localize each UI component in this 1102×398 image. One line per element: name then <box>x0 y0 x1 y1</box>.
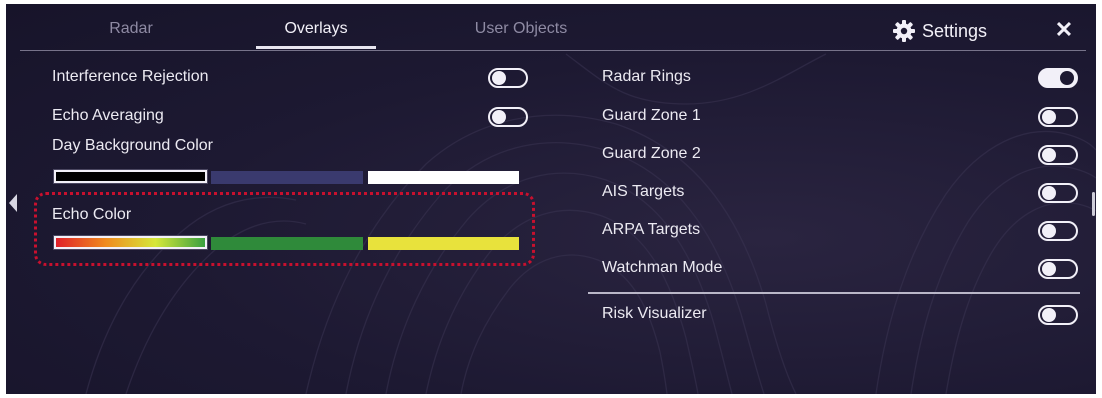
tab-divider <box>20 50 1086 51</box>
echo-averaging-label: Echo Averaging <box>52 107 164 124</box>
echo-averaging-toggle[interactable] <box>488 107 528 127</box>
scroll-right-handle[interactable] <box>1092 192 1095 216</box>
radar-rings-label: Radar Rings <box>602 68 691 85</box>
interference-rejection-toggle[interactable] <box>488 68 528 88</box>
guard-zone-1-label: Guard Zone 1 <box>602 107 701 124</box>
guard-zone-2-label: Guard Zone 2 <box>602 145 701 162</box>
risk-visualizer-toggle[interactable] <box>1038 305 1078 325</box>
risk-visualizer-label: Risk Visualizer <box>602 305 707 322</box>
toggle-knob <box>492 71 506 85</box>
close-icon[interactable]: ✕ <box>1052 18 1076 42</box>
echo-swatch-green[interactable] <box>211 237 363 250</box>
toggle-knob <box>1042 186 1056 200</box>
toggle-knob <box>1042 110 1056 124</box>
watchman-mode-toggle[interactable] <box>1038 259 1078 279</box>
settings-label: Settings <box>922 20 988 41</box>
interference-rejection-label: Interference Rejection <box>52 68 209 85</box>
settings-button[interactable]: Settings <box>892 16 987 46</box>
echo-color-highlight <box>34 192 535 266</box>
toggle-knob <box>1042 308 1056 322</box>
section-divider <box>588 292 1080 294</box>
scroll-left-arrow-icon[interactable] <box>9 194 17 212</box>
tab-overlays-label: Overlays <box>284 20 348 37</box>
active-tab-indicator <box>256 46 376 49</box>
day-bg-swatch-navy[interactable] <box>211 171 363 184</box>
arpa-targets-label: ARPA Targets <box>602 221 701 238</box>
guard-zone-1-toggle[interactable] <box>1038 107 1078 127</box>
day-bg-swatch-black[interactable] <box>53 169 208 184</box>
day-bg-swatch-white[interactable] <box>368 171 519 184</box>
gear-icon <box>893 20 915 42</box>
echo-swatch-multicolor[interactable] <box>53 235 208 250</box>
toggle-knob <box>492 110 506 124</box>
tab-overlays[interactable]: Overlays <box>256 4 376 50</box>
guard-zone-2-toggle[interactable] <box>1038 145 1078 165</box>
echo-color-label: Echo Color <box>52 206 132 223</box>
radar-rings-toggle[interactable] <box>1038 68 1078 88</box>
toggle-knob <box>1060 71 1074 85</box>
echo-swatch-yellow[interactable] <box>368 237 519 250</box>
tab-radar[interactable]: Radar <box>66 4 196 50</box>
watchman-mode-label: Watchman Mode <box>602 259 723 276</box>
arpa-targets-toggle[interactable] <box>1038 221 1078 241</box>
settings-panel: Radar Overlays User Objects Settings ✕ I… <box>6 4 1096 394</box>
tab-user-objects[interactable]: User Objects <box>451 4 591 50</box>
ais-targets-toggle[interactable] <box>1038 183 1078 203</box>
day-background-color-label: Day Background Color <box>52 137 213 154</box>
toggle-knob <box>1042 148 1056 162</box>
toggle-knob <box>1042 224 1056 238</box>
toggle-knob <box>1042 262 1056 276</box>
ais-targets-label: AIS Targets <box>602 183 685 200</box>
